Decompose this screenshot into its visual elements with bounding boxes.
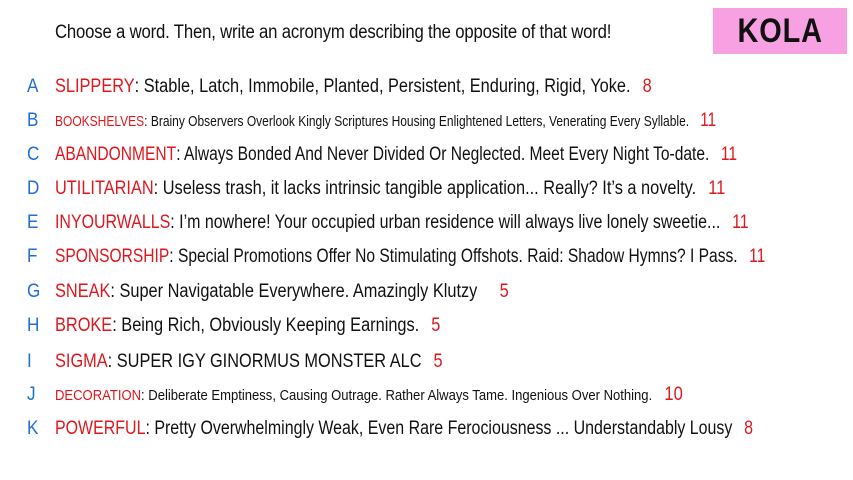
entry-word: BOOKSHELVES <box>55 113 145 130</box>
entry-score: 11 <box>720 144 738 165</box>
entry-letter: B <box>27 110 39 131</box>
instruction-text: Choose a word. Then, write an acronym de… <box>55 22 612 43</box>
entry-score: 11 <box>708 178 726 199</box>
entry-score: 11 <box>749 246 766 267</box>
entry-acronym: : Special Promotions Offer No Stimulatin… <box>169 246 738 267</box>
entry-acronym: : I’m nowhere! Your occupied urban resid… <box>170 212 721 233</box>
entry-acronym: : Useless trash, it lacks intrinsic tang… <box>153 178 697 199</box>
entry-score: 5 <box>499 281 509 302</box>
entry-letter: K <box>27 418 39 439</box>
entry-letter: C <box>27 144 40 165</box>
entry-letter: H <box>27 315 40 336</box>
entry-letter: J <box>27 384 36 405</box>
entry-word: POWERFUL <box>55 418 146 439</box>
entry-acronym: : Stable, Latch, Immobile, Planted, Pers… <box>134 76 631 97</box>
entry-acronym: : Deliberate Emptiness, Causing Outrage.… <box>141 387 653 404</box>
entry-score: 11 <box>700 110 717 131</box>
entry-letter: E <box>27 212 39 233</box>
entry-word: SIGMA <box>55 351 108 372</box>
entry-word: SPONSORSHIP <box>55 246 170 267</box>
entry-score: 5 <box>433 351 443 372</box>
entry-word: SNEAK <box>55 281 111 302</box>
entry-letter: F <box>27 246 38 267</box>
entry-acronym: : Always Bonded And Never Divided Or Neg… <box>176 144 710 165</box>
entry-acronym: : Being Rich, Obviously Keeping Earnings… <box>112 315 420 336</box>
entry-score: 10 <box>664 384 683 405</box>
entry-letter: A <box>27 76 39 97</box>
player-badge: KOLA <box>713 8 847 54</box>
entry-acronym: : Super Navigatable Everywhere. Amazingl… <box>110 281 478 302</box>
entry-word: SLIPPERY <box>55 76 135 97</box>
entry-acronym: : Pretty Overwhelmingly Weak, Even Rare … <box>145 418 733 439</box>
player-name: KOLA <box>737 11 823 50</box>
entry-word: INYOURWALLS <box>55 212 171 233</box>
entry-word: DECORATION <box>55 387 142 404</box>
entry-word: UTILITARIAN <box>55 178 154 199</box>
entry-word: BROKE <box>55 315 113 336</box>
entry-word: ABANDONMENT <box>55 144 177 165</box>
entry-score: 8 <box>744 418 754 439</box>
entry-letter: I <box>27 351 32 372</box>
entry-score: 8 <box>642 76 652 97</box>
entry-letter: G <box>27 281 41 302</box>
entry-letter: D <box>27 178 40 199</box>
entry-score: 11 <box>732 212 749 233</box>
entry-score: 5 <box>431 315 441 336</box>
entry-acronym: : SUPER IGY GINORMUS MONSTER ALC <box>107 351 422 372</box>
entry-acronym: : Brainy Observers Overlook Kingly Scrip… <box>144 113 690 130</box>
